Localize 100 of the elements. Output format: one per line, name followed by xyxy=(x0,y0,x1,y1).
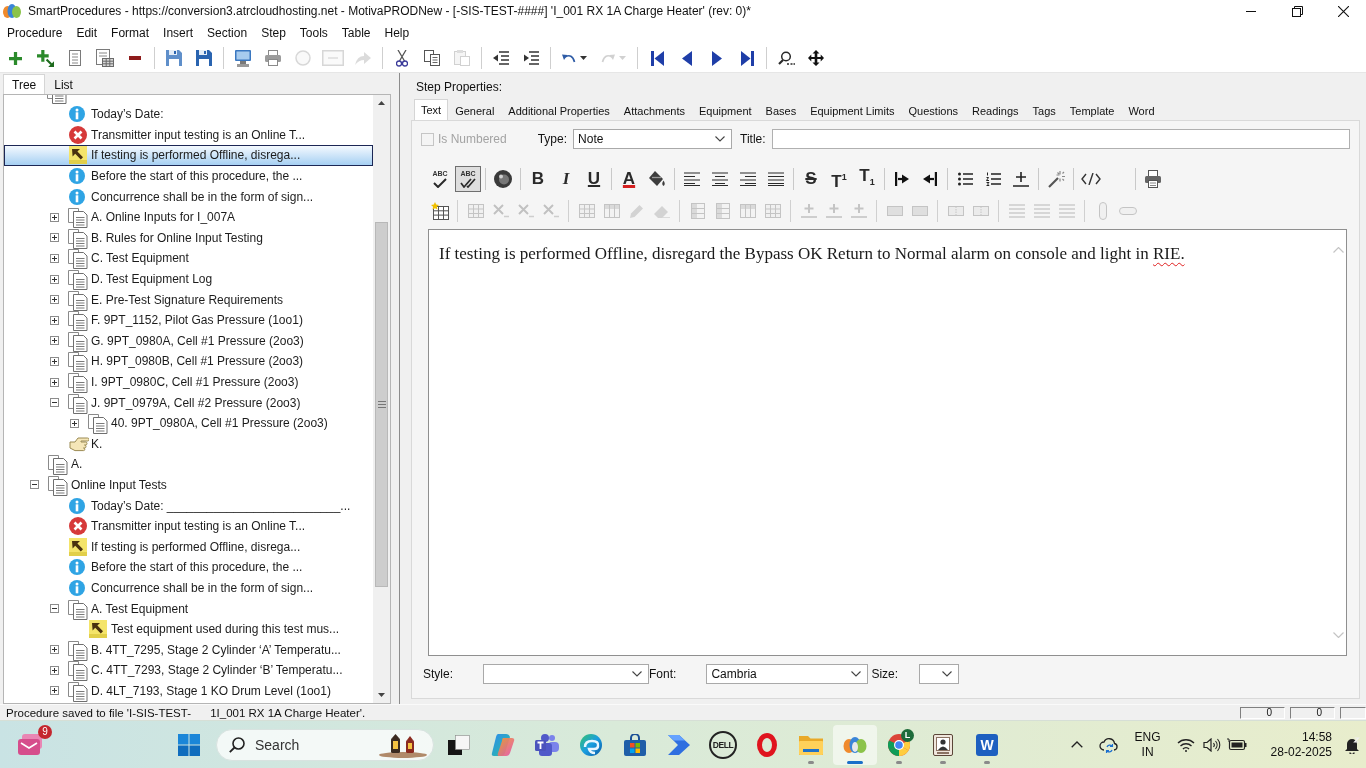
volume-icon[interactable] xyxy=(1202,737,1221,752)
expand-button[interactable] xyxy=(50,665,59,675)
tree-item[interactable]: B. Rules for Online Input Testing xyxy=(4,227,373,249)
tree-item[interactable]: Transmitter input testing is an Online T... xyxy=(4,124,373,146)
type-dropdown[interactable]: Note xyxy=(573,129,733,149)
tree-item[interactable]: If testing is performed Offline, disrega... xyxy=(4,145,373,166)
tree-item[interactable]: A. Test Equipment xyxy=(4,598,373,619)
tab[interactable]: Readings xyxy=(965,100,1026,120)
bell-icon[interactable] xyxy=(1344,735,1360,754)
tab[interactable]: Word xyxy=(1121,100,1162,120)
tree-item[interactable]: Test equipment used during this test mus... xyxy=(4,618,373,640)
underline-button[interactable]: U xyxy=(581,166,607,192)
clock-button[interactable]: 14:58 28-02-2025 xyxy=(1268,729,1334,760)
expand-button[interactable] xyxy=(50,645,59,655)
tree-item[interactable]: D. Test Equipment Log xyxy=(4,268,373,290)
tab[interactable]: Text xyxy=(414,99,449,120)
collapse-button[interactable] xyxy=(50,398,59,408)
expand-button[interactable] xyxy=(50,212,59,222)
expand-button[interactable] xyxy=(50,233,59,243)
tab[interactable]: Equipment xyxy=(692,100,759,120)
font-color-button[interactable]: A xyxy=(616,166,642,192)
menu-item[interactable]: Tools xyxy=(292,23,335,43)
tree-item[interactable]: Concurrence shall be in the form of sign... xyxy=(4,577,373,599)
menu-item[interactable]: Table xyxy=(334,23,378,43)
tree-item[interactable]: Today’s Date: xyxy=(4,104,373,125)
collapse-button[interactable] xyxy=(50,604,59,614)
tree-item[interactable]: D. 4LT_7193, Stage 1 KO Drum Level (1oo1) xyxy=(4,680,373,702)
tab[interactable]: Questions xyxy=(901,100,966,120)
menu-item[interactable]: Step xyxy=(254,23,293,43)
scroll-up-icon[interactable] xyxy=(378,101,385,105)
expand-button[interactable] xyxy=(50,377,59,387)
tree-item[interactable]: I. 9PT_0980C, Cell #1 Pressure (2oo3) xyxy=(4,371,373,393)
battery-icon[interactable] xyxy=(1226,738,1247,751)
tree-item[interactable]: A. Online Inputs for I_007A xyxy=(4,206,373,228)
tree-item[interactable]: E. Pre-Test Signature Requirements xyxy=(4,289,373,310)
expand-button[interactable] xyxy=(50,253,59,263)
superscript-button[interactable]: T$^{1}$ xyxy=(826,166,852,192)
chevron-up-icon[interactable] xyxy=(1070,741,1083,748)
expand-button[interactable] xyxy=(50,315,59,325)
title-field[interactable] xyxy=(771,129,1350,149)
menu-item[interactable]: Help xyxy=(377,23,417,43)
tab[interactable]: Attachments xyxy=(616,100,692,120)
tree-item[interactable]: F. 9PT_1152, Pilot Gas Pressure (1oo1) xyxy=(4,309,373,331)
scroll-down-icon[interactable] xyxy=(378,693,385,697)
scrollbar-thumb[interactable] xyxy=(375,222,388,587)
scrollbar[interactable] xyxy=(373,95,390,703)
font-dropdown[interactable]: Cambria xyxy=(706,664,869,684)
italic-button[interactable]: I xyxy=(553,166,579,192)
tree-item[interactable]: Today’s Date: __________________________... xyxy=(4,495,373,516)
ring-icon xyxy=(757,732,777,757)
tree-item[interactable]: C. 4TT_7293, Stage 2 Cylinder ‘B’ Temperatu... xyxy=(4,660,373,681)
tab[interactable]: General xyxy=(448,100,502,120)
tab[interactable]: Bases xyxy=(758,100,804,120)
expand-button[interactable] xyxy=(50,336,59,346)
tree-item[interactable]: Concurrence shall be in the form of sign... xyxy=(4,186,373,207)
strikethrough-button[interactable]: S xyxy=(798,166,824,192)
tab[interactable]: Tags xyxy=(1025,100,1063,120)
tree-item[interactable]: Transmitter input testing is an Online T... xyxy=(4,515,373,537)
search-field[interactable]: Search xyxy=(216,728,434,761)
tab[interactable]: Template xyxy=(1062,100,1122,120)
tree-item[interactable]: H. 9PT_0980B, Cell #1 Pressure (2oo3) xyxy=(4,351,373,372)
collapse-button[interactable] xyxy=(30,480,39,490)
expand-button[interactable] xyxy=(50,295,59,305)
envelope-icon[interactable] xyxy=(18,733,44,756)
lines-icon xyxy=(1008,204,1025,218)
expand-button[interactable] xyxy=(70,418,79,428)
tree-item[interactable]: J. 9PT_0979A, Cell #2 Pressure (2oo3) xyxy=(4,392,373,413)
tab[interactable]: Equipment Limits xyxy=(803,100,902,120)
document-stack-icon xyxy=(67,350,89,373)
triangle-right-icon xyxy=(712,50,722,66)
document-table-icon xyxy=(96,49,114,67)
tree-item[interactable]: 40. 9PT_0980A, Cell #1 Pressure (2oo3) xyxy=(4,412,373,434)
menu-item[interactable]: Edit xyxy=(69,23,105,43)
language-button[interactable]: ENG IN xyxy=(1130,729,1165,760)
menu-item[interactable]: Procedure xyxy=(0,23,70,43)
taskbar-button[interactable]: L xyxy=(877,724,921,765)
tree-item[interactable]: A. xyxy=(4,454,373,475)
expand-button[interactable] xyxy=(50,686,59,696)
cloud-sync-icon[interactable] xyxy=(1098,736,1119,753)
tab[interactable]: Additional Properties xyxy=(501,100,617,120)
tree-item[interactable]: Online Input Tests xyxy=(4,474,373,496)
menu-item[interactable]: Insert xyxy=(156,23,201,43)
tree-item[interactable]: Before the start of this procedure, the ... xyxy=(4,557,373,578)
wifi-icon[interactable] xyxy=(1176,737,1195,752)
field-label: Font: xyxy=(649,667,677,681)
tree-item[interactable]: B. 4TT_7295, Stage 2 Cylinder ‘A’ Temperatu... xyxy=(4,639,373,661)
menu-item[interactable]: Section xyxy=(200,23,255,43)
menu-item[interactable]: Format xyxy=(104,23,157,43)
tree-item[interactable]: C. Test Equipment xyxy=(4,248,373,269)
tree-item[interactable]: K. xyxy=(4,433,373,455)
bold-button[interactable]: B xyxy=(525,166,551,192)
tree-item[interactable]: G. 9PT_0980A, Cell #1 Pressure (2oo3) xyxy=(4,330,373,352)
taskbar-button[interactable]: W xyxy=(965,724,1009,765)
expand-button[interactable] xyxy=(50,356,59,366)
panel-tab[interactable]: Tree xyxy=(3,74,46,94)
tree-item[interactable]: If testing is performed Offline, disrega... xyxy=(4,536,373,558)
subscript-button[interactable]: T$_{1}$ xyxy=(854,166,880,192)
taskbar-button[interactable]: DELL xyxy=(701,724,745,765)
tree-item[interactable]: Before the start of this procedure, the ... xyxy=(4,165,373,187)
expand-button[interactable] xyxy=(50,274,59,284)
